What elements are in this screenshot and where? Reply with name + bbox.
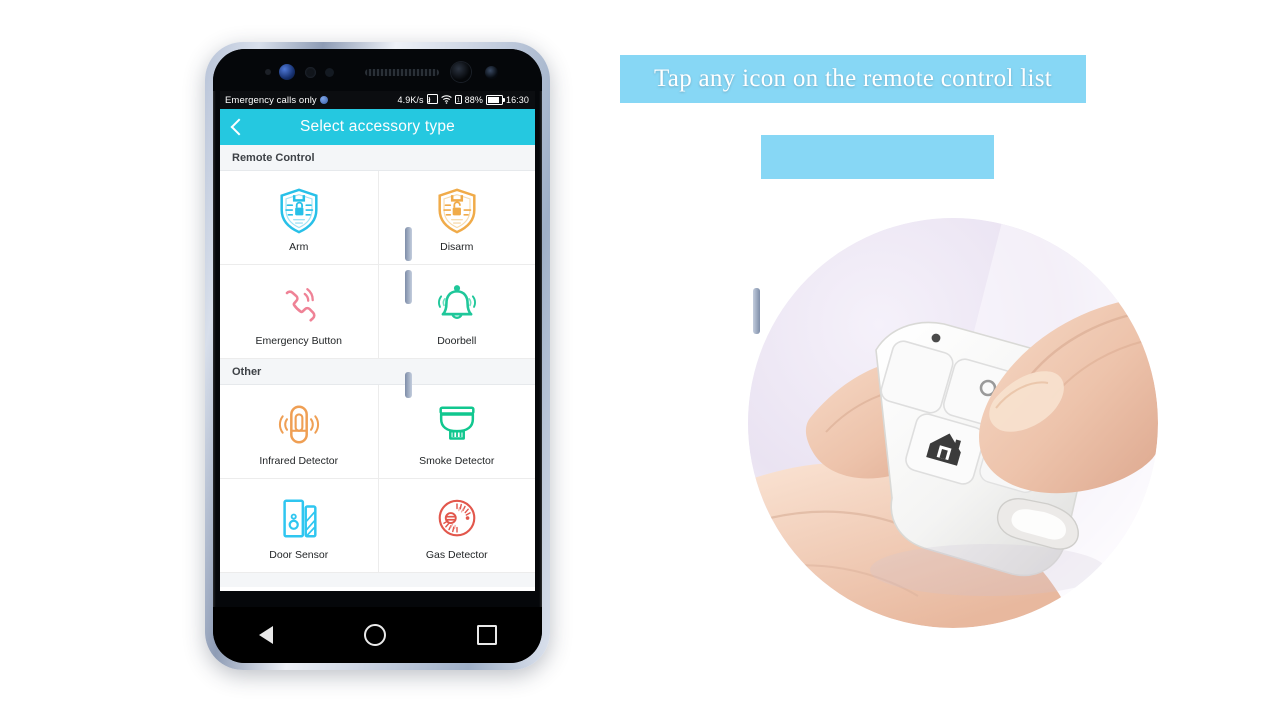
iris-scanner-icon [279,64,295,80]
phone-ringing-icon [274,276,324,334]
accessory-item-emergency-button[interactable]: Emergency Button [220,265,378,358]
status-bar-left: Emergency calls only [225,95,328,106]
phone-device: Emergency calls only 4.9K/s 1 88% 16:30 … [205,42,760,670]
page-title: Select accessory type [300,118,455,135]
wifi-icon [440,94,452,106]
bell-icon [432,276,482,334]
phone-top-bezel [213,49,542,91]
accessory-item-disarm[interactable]: Disarm [377,171,536,264]
accessory-label: Disarm [440,241,474,253]
accessory-label: Infrared Detector [259,455,339,467]
cast-icon [426,94,438,106]
accessory-item-infrared-detector[interactable]: Infrared Detector [220,385,378,478]
battery-percent-label: 88% [464,95,483,105]
accessory-row: Arm Disarm [220,171,535,265]
proximity-sensor-icon [305,67,316,78]
motion-sensor-icon [274,396,324,454]
svg-text:1: 1 [457,97,460,103]
clock-label: 16:30 [505,95,529,105]
earpiece-speaker-icon [365,69,439,76]
secondary-sensor-icon [485,66,498,79]
front-camera-icon [451,62,471,82]
accessory-row: Emergency Button Doorbell [220,265,535,359]
accessory-item-gas-detector[interactable]: Gas Detector [377,479,536,572]
sim-card-icon: 1 [454,94,462,106]
list-bottom-filler [220,573,535,587]
android-nav-bar [213,607,542,663]
carrier-label: Emergency calls only [225,94,317,106]
volume-up-key[interactable] [405,227,412,261]
accessory-item-door-sensor[interactable]: Door Sensor [220,479,378,572]
phone-body: Emergency calls only 4.9K/s 1 88% 16:30 … [213,49,542,663]
caption-banner-secondary [761,135,994,179]
accessory-label: Gas Detector [425,549,488,561]
shield-lock-open-icon [432,182,482,240]
back-button[interactable] [220,109,254,145]
network-speed-label: 4.9K/s [397,95,424,105]
gas-alarm-icon [432,490,482,548]
battery-icon [485,95,505,105]
chevron-left-icon [230,118,248,136]
accessory-label: Door Sensor [269,549,329,561]
app-bar: Select accessory type [220,109,535,145]
volume-down-key[interactable] [405,270,412,304]
nav-back-icon[interactable] [258,626,273,644]
notification-led-icon [325,68,334,77]
shield-lock-closed-icon [274,182,324,240]
screenshot-root: Emergency calls only 4.9K/s 1 88% 16:30 … [0,0,1280,720]
globe-icon [319,96,328,104]
status-bar: Emergency calls only 4.9K/s 1 88% 16:30 [220,91,535,109]
nav-home-icon[interactable] [363,624,386,646]
phone-screen: Emergency calls only 4.9K/s 1 88% 16:30 … [220,91,535,591]
accessory-label: Emergency Button [255,335,342,347]
accessory-label: Smoke Detector [419,455,495,467]
accessory-label: Doorbell [437,335,477,347]
power-key[interactable] [753,288,760,334]
ir-sensor-icon [265,69,271,75]
section-header-other: Other [220,359,535,385]
accessory-label: Arm [289,241,309,253]
accessory-row: Infrared Detector Smoke Detector [220,385,535,479]
nav-recents-icon[interactable] [476,625,497,645]
caption-banner: Tap any icon on the remote control list [620,55,1086,103]
accessory-item-arm[interactable]: Arm [220,171,378,264]
accessory-item-smoke-detector[interactable]: Smoke Detector [377,385,536,478]
accessory-row: Door Sensor Gas Detector [220,479,535,573]
caption-text: Tap any icon on the remote control list [653,65,1053,92]
section-header-remote-control: Remote Control [220,145,535,171]
assistant-key[interactable] [405,372,412,398]
remote-photo-illustration [748,218,1158,628]
accessory-item-doorbell[interactable]: Doorbell [377,265,536,358]
smoke-alarm-icon [432,396,482,454]
remote-control-photo [748,218,1158,628]
door-contact-icon [274,490,324,548]
status-bar-right: 4.9K/s 1 88% 16:30 [398,94,529,106]
